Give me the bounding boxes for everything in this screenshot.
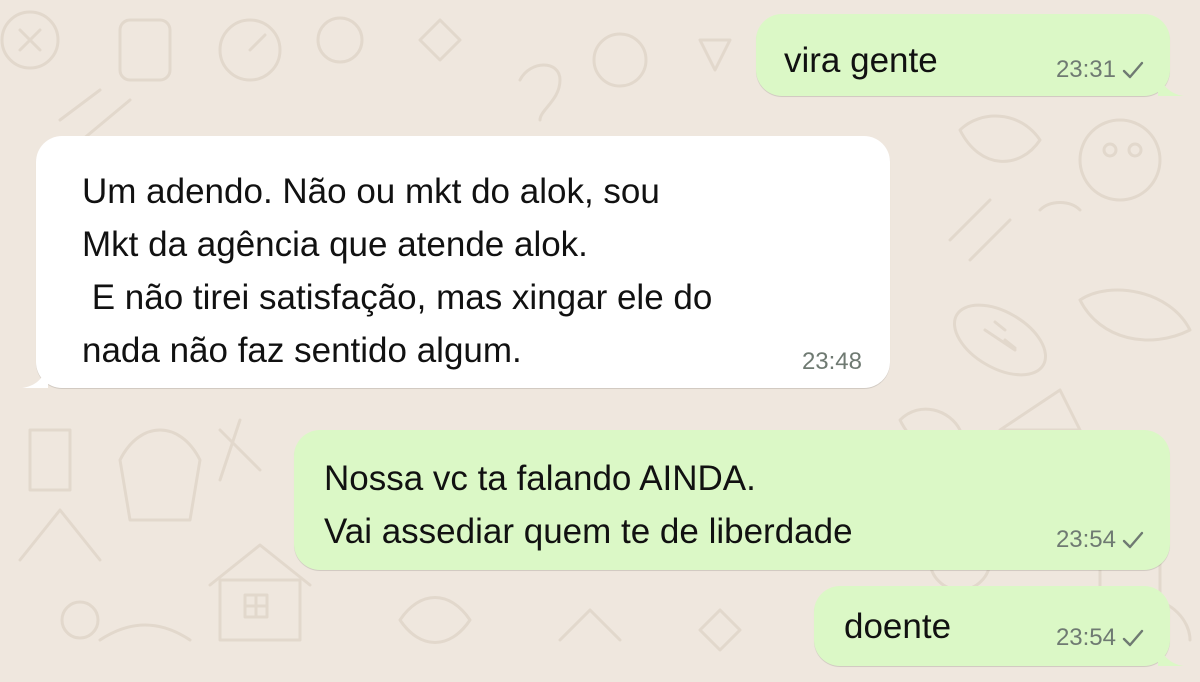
- message-meta: 23:31: [1056, 58, 1144, 82]
- message-text: Um adendo. Não ou mkt do alok, sou Mkt d…: [82, 172, 713, 370]
- bubble-tail-icon: [1158, 72, 1184, 96]
- message-meta: 23:54: [1056, 626, 1144, 650]
- message-time: 23:31: [1055, 56, 1116, 83]
- bubble-tail-icon: [1158, 642, 1184, 666]
- message-meta: 23:54: [1056, 528, 1144, 552]
- message-bubble[interactable]: Um adendo. Não ou mkt do alok, sou Mkt d…: [22, 136, 890, 388]
- bubble-tail-icon: [22, 364, 48, 388]
- message-bubble[interactable]: Nossa vc ta falando AINDA. Vai assediar …: [294, 430, 1170, 570]
- single-check-icon: [1122, 61, 1144, 79]
- single-check-icon: [1122, 629, 1144, 647]
- message-bubble[interactable]: doente 23:54: [814, 586, 1184, 666]
- message-time: 23:54: [1055, 526, 1116, 553]
- message-text: Nossa vc ta falando AINDA. Vai assediar …: [324, 459, 853, 551]
- message-time: 23:48: [801, 348, 862, 375]
- message-bubble[interactable]: vira gente 23:31: [756, 14, 1184, 96]
- single-check-icon: [1122, 531, 1144, 549]
- message-meta: 23:48: [802, 350, 862, 374]
- message-time: 23:54: [1055, 624, 1116, 651]
